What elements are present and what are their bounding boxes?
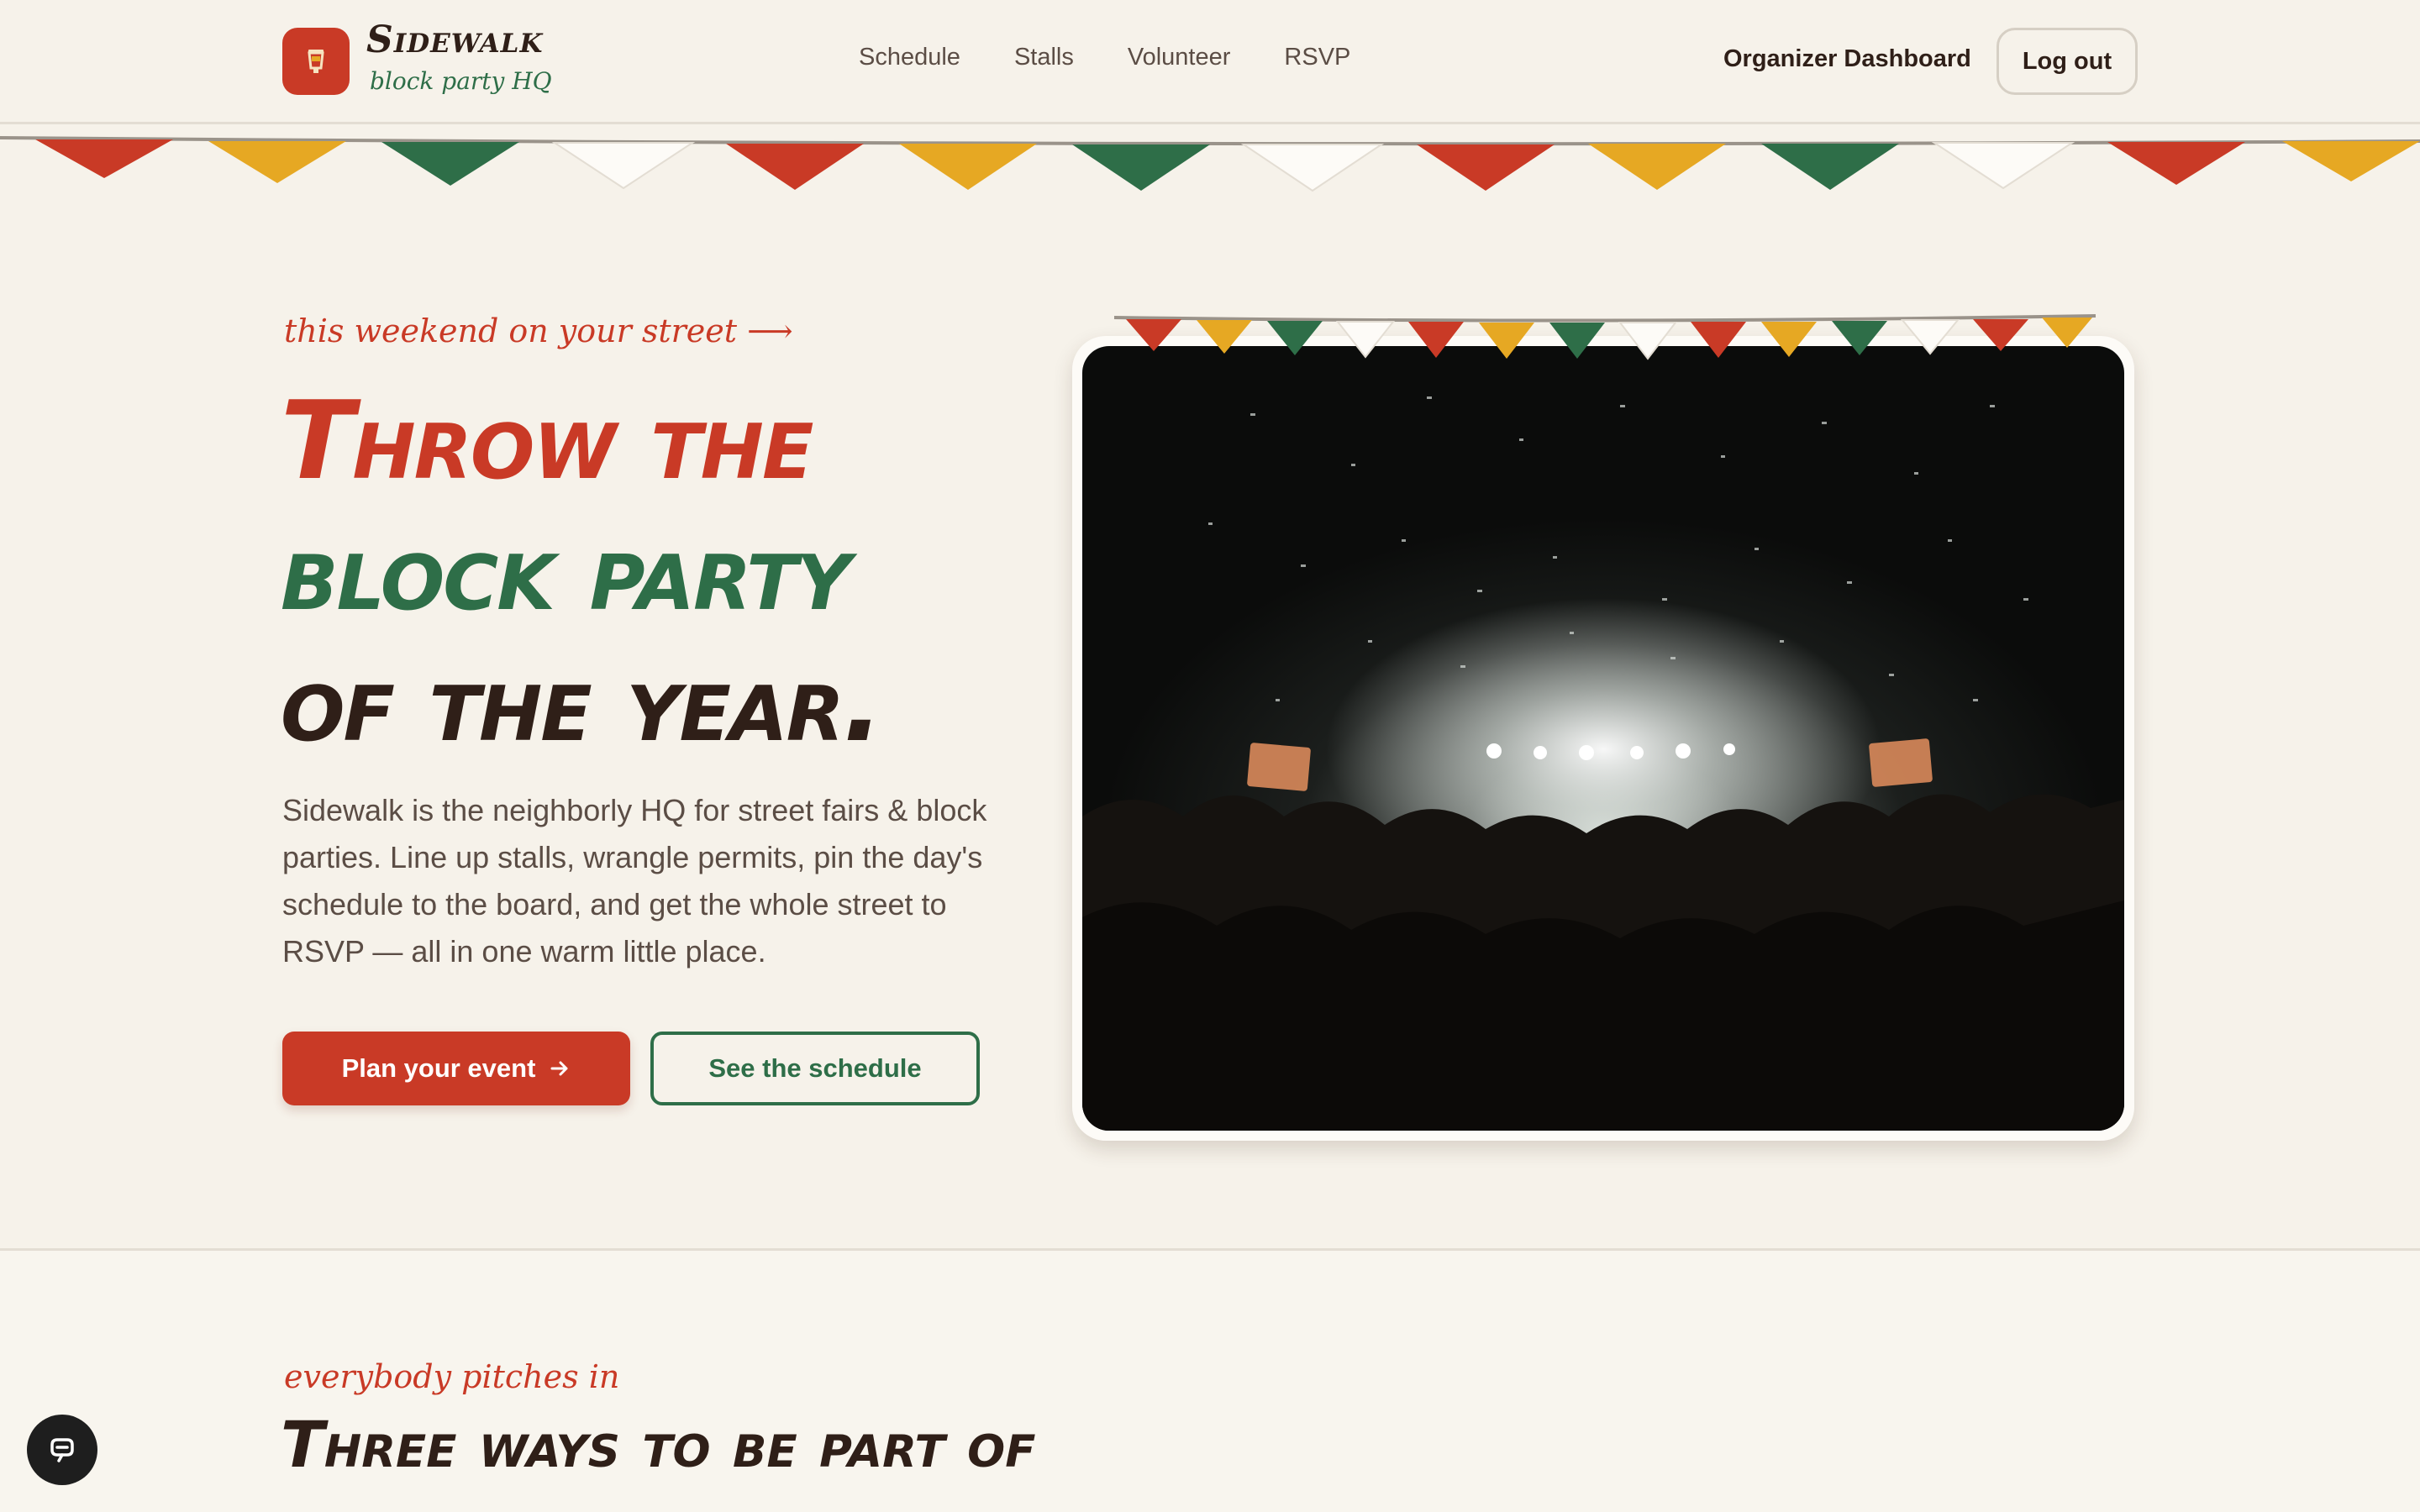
- chat-icon: [50, 1438, 74, 1462]
- brand-name[interactable]: Sidewalk: [366, 18, 543, 61]
- arrow-right-icon: [550, 1061, 568, 1076]
- hero-headline: Throw the block party of the year.: [281, 376, 884, 769]
- hero-description: Sidewalk is the neighborly HQ for street…: [282, 793, 987, 969]
- see-schedule-button[interactable]: See the schedule: [650, 1032, 980, 1105]
- headline-line-2: block party: [281, 510, 851, 635]
- photo-bunting-garland: [1113, 314, 2096, 360]
- lantern-icon: [308, 50, 324, 73]
- logout-button[interactable]: Log out: [1996, 28, 2138, 95]
- headline-line-3: of the year.: [281, 641, 884, 766]
- hero-eyebrow: this weekend on your street ⟶: [284, 312, 793, 349]
- chat-launcher-button[interactable]: [27, 1415, 97, 1485]
- nav-link-schedule[interactable]: Schedule: [859, 44, 960, 71]
- plan-event-button[interactable]: Plan your event: [282, 1032, 630, 1105]
- organizer-dashboard-link[interactable]: Organizer Dashboard: [1723, 45, 1971, 73]
- site-header: Sidewalk block party HQ Schedule Stalls …: [0, 0, 2420, 124]
- nav-link-stalls[interactable]: Stalls: [1014, 44, 1074, 71]
- logo-tile[interactable]: [282, 28, 350, 95]
- concert-crowd-image: [1082, 346, 2124, 1131]
- hero-photo-frame: [1072, 336, 2134, 1141]
- plan-event-label: Plan your event: [341, 1053, 536, 1083]
- section-eyebrow: everybody pitches in: [284, 1358, 620, 1395]
- bunting-garland: [0, 136, 2420, 192]
- headline-line-1: Throw the: [281, 379, 813, 504]
- concert-scene-illustration: [1082, 396, 2124, 1131]
- nav-link-rsvp[interactable]: RSVP: [1284, 44, 1350, 71]
- nav-link-volunteer[interactable]: Volunteer: [1128, 44, 1231, 71]
- section-heading: Three ways to be part of the fair: [281, 1407, 1036, 1512]
- brand-tagline: block party HQ: [370, 67, 552, 95]
- main-nav: Schedule Stalls Volunteer RSVP: [859, 44, 1350, 71]
